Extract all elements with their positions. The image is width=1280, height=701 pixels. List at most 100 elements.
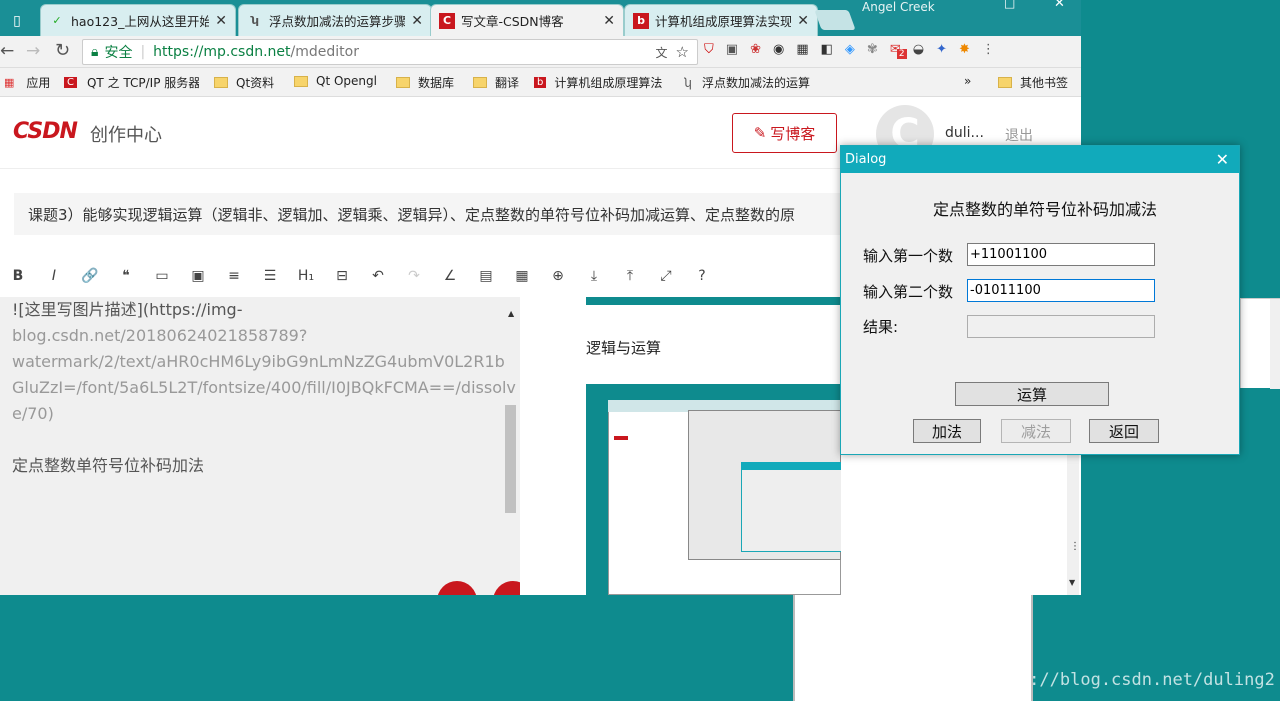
reload-icon[interactable]: ↻ xyxy=(55,40,70,61)
logout-link[interactable]: 退出 xyxy=(1005,125,1033,145)
doc-icon: ʮ xyxy=(684,75,692,90)
link-icon[interactable]: 🔗 xyxy=(72,268,108,284)
close-icon[interactable]: ✕ xyxy=(411,13,423,29)
markdown-editor[interactable]: ![这里写图片描述](https://img- blog.csdn.net/20… xyxy=(0,297,535,595)
tab-csdn-write[interactable]: C 写文章-CSDN博客 ✕ xyxy=(430,4,624,36)
extension-icon[interactable]: ✦ xyxy=(936,42,947,57)
close-icon[interactable]: ✕ xyxy=(797,13,809,29)
csdn-icon: C xyxy=(439,12,455,29)
translate-icon[interactable]: 文 xyxy=(656,44,668,61)
close-icon[interactable]: ✕ xyxy=(1216,150,1229,169)
heading-icon[interactable]: H₁ xyxy=(288,268,324,284)
bookmark-item[interactable]: ʮ 浮点数加减法的运算 xyxy=(684,74,810,91)
help-icon[interactable]: ? xyxy=(684,268,720,284)
first-number-label: 输入第一个数 xyxy=(863,247,954,265)
baidu-icon: b xyxy=(534,77,547,88)
dialog-titlebar[interactable]: Dialog ✕ xyxy=(841,146,1239,173)
url-path: /mdeditor xyxy=(290,44,359,60)
watermark: https://blog.csdn.net/duling2 xyxy=(978,670,1275,690)
menu-icon[interactable]: ⋮ xyxy=(982,42,995,57)
extension-icon[interactable]: ◈ xyxy=(845,42,855,57)
italic-icon[interactable]: I xyxy=(36,268,72,284)
bookmark-item[interactable]: b 计算机组成原理算法 xyxy=(534,74,662,91)
secure-label: 安全 xyxy=(104,45,133,61)
globe-icon[interactable]: ⊕ xyxy=(540,268,576,284)
image-url-line: blog.csdn.net/20180624021858789? xyxy=(12,326,308,345)
pocket-icon[interactable]: ◒ xyxy=(913,42,924,57)
dialog-heading: 定点整数的单符号位补码加减法 xyxy=(933,200,1158,219)
star-icon[interactable]: ☆ xyxy=(676,43,689,61)
ordered-list-icon[interactable]: ≡ xyxy=(216,268,252,284)
add-button[interactable]: 加法 xyxy=(913,419,981,443)
publish-fab[interactable] xyxy=(437,581,477,595)
image-url-line: watermark/2/text/aHR0cHM6Ly9ibG9nLmNzZG4… xyxy=(12,352,505,371)
close-icon[interactable]: ✕ xyxy=(603,13,615,29)
undo-icon[interactable]: ↶ xyxy=(360,268,396,284)
logo-subtitle: 创作中心 xyxy=(90,125,162,146)
extension-icon[interactable]: ◧ xyxy=(821,42,833,57)
username[interactable]: duli... xyxy=(945,125,984,141)
fullscreen-icon[interactable]: ⤢ xyxy=(648,268,684,284)
back-button[interactable]: 返回 xyxy=(1089,419,1159,443)
extension-icon[interactable]: ❀ xyxy=(750,42,761,57)
background-window-right xyxy=(1240,298,1280,389)
back-icon[interactable]: ← xyxy=(0,41,14,61)
unordered-list-icon[interactable]: ☰ xyxy=(252,268,288,284)
second-number-label: 输入第二个数 xyxy=(863,283,954,301)
bookmark-folder[interactable]: 翻译 xyxy=(473,74,519,91)
second-number-input[interactable] xyxy=(967,279,1155,302)
extension-icon[interactable]: ◉ xyxy=(773,42,784,57)
mail-icon[interactable]: ✉ 2 xyxy=(890,42,907,59)
preview-image-strip xyxy=(586,297,841,305)
subtract-button[interactable]: 减法 xyxy=(1001,419,1071,443)
bookmark-folder[interactable]: 数据库 xyxy=(396,74,454,91)
csdn-logo[interactable]: CSDN xyxy=(13,119,78,144)
url-host: https://mp.csdn.net xyxy=(153,44,291,60)
preview-heading: 逻辑与运算 xyxy=(586,339,662,357)
import-icon[interactable]: ⤓ xyxy=(576,268,612,284)
bookmark-folder[interactable]: Qt资料 xyxy=(214,74,274,91)
address-bar[interactable]: 🔒︎ 安全 | https://mp.csdn.net /mdeditor 文 … xyxy=(82,39,698,65)
maximize-icon[interactable]: □ xyxy=(1004,0,1015,10)
extension-icon[interactable]: ✸ xyxy=(959,42,970,57)
image-icon[interactable]: ▣ xyxy=(180,268,216,284)
extension-icon[interactable]: ✾ xyxy=(867,42,878,57)
clipboard-icon[interactable]: ▤ xyxy=(468,268,504,284)
browser-toolbar: ← → ↻ 🔒︎ 安全 | https://mp.csdn.net /mdedi… xyxy=(0,36,1081,68)
bookmark-apps[interactable]: ▦ 应用 xyxy=(4,74,50,91)
quote-icon[interactable]: ❝ xyxy=(108,268,144,284)
tab-float-ops[interactable]: ʮ 浮点数加减法的运算步骤 ✕ xyxy=(238,4,432,36)
markdown-paragraph: 定点整数单符号位补码加法 xyxy=(12,456,205,475)
new-tab-button[interactable] xyxy=(814,10,856,30)
redo-icon[interactable]: ↷ xyxy=(396,268,432,284)
bookmark-folder[interactable]: Qt Opengl xyxy=(294,74,377,88)
bookmarks-bar: ▦ 应用 C QT 之 TCP/IP 服务器 Qt资料 Qt Opengl 数据库 … xyxy=(0,68,1081,97)
folder-icon xyxy=(998,77,1012,88)
bold-icon[interactable]: B xyxy=(0,268,36,284)
window-close-icon[interactable]: ✕ xyxy=(1054,0,1065,11)
bookmark-item[interactable]: C QT 之 TCP/IP 服务器 xyxy=(64,74,199,91)
extension-icon[interactable]: ▣ xyxy=(726,42,738,57)
write-blog-button[interactable]: ✎ 写博客 xyxy=(732,113,837,153)
lock-icon: 🔒︎ xyxy=(91,44,99,60)
editor-scrollbar[interactable]: ▲ xyxy=(505,297,516,595)
qt-dialog: Dialog ✕ 定点整数的单符号位补码加减法 输入第一个数 输入第二个数 结果… xyxy=(840,145,1240,455)
shield-icon[interactable]: ⛉ xyxy=(704,42,714,57)
preview-screenshot-image xyxy=(586,384,841,595)
first-number-input[interactable] xyxy=(967,243,1155,266)
page-icon[interactable]: ▯ xyxy=(4,8,30,34)
tab-hao123[interactable]: ✓ hao123_上网从这里开始 ✕ xyxy=(40,4,236,36)
table-icon[interactable]: ⊟ xyxy=(324,268,360,284)
code-icon[interactable]: ▭ xyxy=(144,268,180,284)
save-icon[interactable]: ▦ xyxy=(504,268,540,284)
pen-icon[interactable]: ∠ xyxy=(432,268,468,284)
compute-button[interactable]: 运算 xyxy=(955,382,1109,406)
close-icon[interactable]: ✕ xyxy=(215,13,227,29)
tab-strip: ▯ ✓ hao123_上网从这里开始 ✕ ʮ 浮点数加减法的运算步骤 ✕ C 写… xyxy=(0,0,1081,36)
bookmarks-overflow[interactable]: » xyxy=(964,74,971,88)
tab-computer-org[interactable]: b 计算机组成原理算法实现 ✕ xyxy=(624,4,818,36)
bookmark-folder[interactable]: 其他书签 xyxy=(998,74,1068,91)
forward-icon[interactable]: → xyxy=(26,41,40,61)
export-icon[interactable]: ⤒ xyxy=(612,268,648,284)
qrcode-icon[interactable]: ▦ xyxy=(796,42,808,57)
